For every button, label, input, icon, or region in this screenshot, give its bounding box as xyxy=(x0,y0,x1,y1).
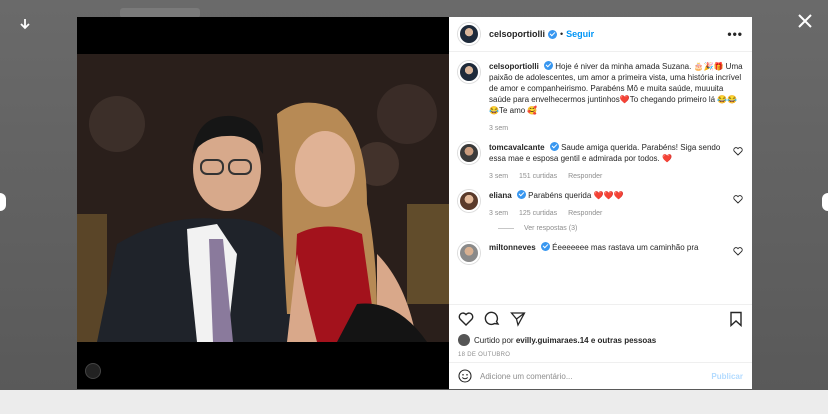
post-actions: Curtido por evilly.guimaraes.14 e outras… xyxy=(449,304,752,362)
view-replies-label[interactable]: Ver respostas (3) xyxy=(524,225,577,232)
more-options-icon[interactable]: ••• xyxy=(727,27,743,41)
follow-button[interactable]: Seguir xyxy=(566,29,594,39)
tagged-user-icon[interactable] xyxy=(85,363,101,379)
comment-input[interactable]: Adicione um comentário... xyxy=(480,372,711,381)
author-username[interactable]: celsoportiolli xyxy=(489,29,545,39)
comment-text: Éeeeeeee mas rastava um caminhão pra xyxy=(552,243,699,252)
reply-button[interactable]: Responder xyxy=(568,173,602,180)
liker-avatar[interactable] xyxy=(458,334,470,346)
liker-username[interactable]: evilly.guimaraes.14 xyxy=(516,336,589,345)
comment-time[interactable]: 3 sem xyxy=(489,173,508,180)
likes-suffix[interactable]: e outras pessoas xyxy=(591,336,656,345)
comment-item: miltonneves Éeeeeeee mas rastava um cami… xyxy=(458,242,743,264)
next-post-arrow[interactable] xyxy=(822,193,828,211)
like-comment-heart-icon[interactable] xyxy=(733,246,743,256)
header-dot-separator: • xyxy=(560,29,564,39)
post-side-panel: celsoportiolli • Seguir ••• celsoportiol… xyxy=(449,17,752,389)
add-comment-bar: Adicione um comentário... Publicar xyxy=(449,362,752,389)
verified-badge-icon xyxy=(549,142,559,151)
caption-author-avatar[interactable] xyxy=(458,61,480,83)
comments-list[interactable]: celsoportiolli Hoje é niver da minha ama… xyxy=(449,52,752,304)
emoji-icon[interactable] xyxy=(458,369,472,383)
comment-time[interactable]: 3 sem xyxy=(489,210,508,217)
comment-likes[interactable]: 151 curtidas xyxy=(519,173,557,180)
verified-badge-icon xyxy=(544,61,554,70)
comment-username[interactable]: tomcavalcante xyxy=(489,143,545,152)
comment-bubble-icon[interactable] xyxy=(484,311,500,327)
verified-badge-icon xyxy=(540,242,550,251)
post-photo xyxy=(77,17,449,389)
share-paper-plane-icon[interactable] xyxy=(510,311,526,327)
caption-time[interactable]: 3 sem xyxy=(489,125,508,132)
caption-username[interactable]: celsoportiolli xyxy=(489,62,539,71)
close-icon[interactable] xyxy=(796,12,814,30)
comment-text: Parabéns querida ❤️❤️❤️ xyxy=(528,191,624,200)
post-modal: celsoportiolli • Seguir ••• celsoportiol… xyxy=(77,17,752,389)
reply-button[interactable]: Responder xyxy=(568,210,602,217)
photo-illustration xyxy=(77,54,449,342)
comment-username[interactable]: eliana xyxy=(489,191,512,200)
comment-username[interactable]: miltonneves xyxy=(489,243,536,252)
like-comment-heart-icon[interactable] xyxy=(733,194,743,204)
comment-item: eliana Parabéns querida ❤️❤️❤️ 3 sem 125… xyxy=(458,190,743,219)
publish-button[interactable]: Publicar xyxy=(711,372,743,381)
verified-badge-icon xyxy=(548,29,558,39)
replies-line-divider xyxy=(498,228,514,229)
like-heart-icon[interactable] xyxy=(458,311,474,327)
author-avatar[interactable] xyxy=(458,23,480,45)
likes-prefix: Curtido por xyxy=(474,335,514,345)
comment-avatar[interactable] xyxy=(458,190,480,212)
save-bookmark-icon[interactable] xyxy=(729,311,743,327)
post-header: celsoportiolli • Seguir ••• xyxy=(449,17,752,52)
likes-summary: Curtido por evilly.guimaraes.14 e outras… xyxy=(458,334,743,346)
background-page-strip xyxy=(0,390,828,414)
post-date[interactable]: 18 DE OUTUBRO xyxy=(458,352,743,358)
view-replies-link[interactable]: Ver respostas (3) xyxy=(498,225,743,232)
comment-avatar[interactable] xyxy=(458,242,480,264)
download-icon[interactable] xyxy=(18,18,32,32)
comment-likes[interactable]: 125 curtidas xyxy=(519,210,557,217)
couple-photo-image xyxy=(77,54,449,342)
like-comment-heart-icon[interactable] xyxy=(733,146,743,156)
caption-item: celsoportiolli Hoje é niver da minha ama… xyxy=(458,61,743,134)
verified-badge-icon xyxy=(516,190,526,199)
comment-avatar[interactable] xyxy=(458,142,480,164)
comment-item: tomcavalcante Saude amiga querida. Parab… xyxy=(458,142,743,182)
